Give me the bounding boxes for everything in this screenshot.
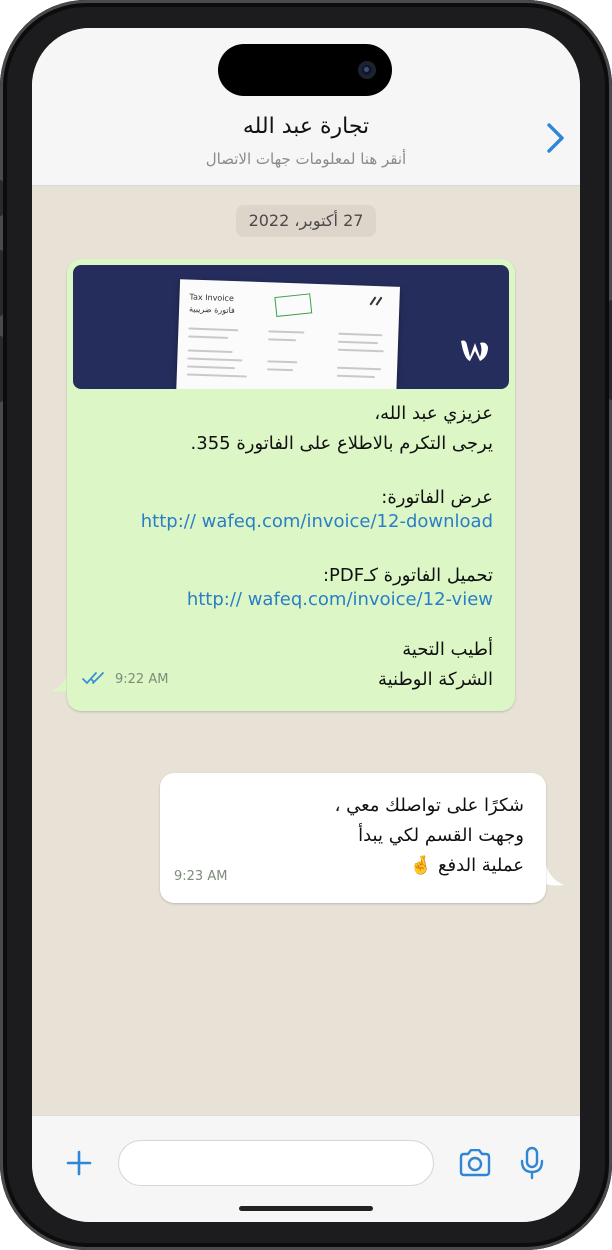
doc-title-en: Tax Invoice bbox=[189, 292, 234, 304]
action-button bbox=[0, 180, 3, 216]
chat-area[interactable]: 27 أكتوبر، 2022 Tax Invoice فاتورة ضريبي… bbox=[32, 185, 580, 1115]
camera-icon[interactable] bbox=[457, 1149, 493, 1177]
home-indicator bbox=[239, 1206, 373, 1211]
outgoing-message[interactable]: شكرًا على تواصلك معي ، وجهت القسم لكي يب… bbox=[160, 773, 546, 903]
date-separator: 27 أكتوبر، 2022 bbox=[236, 205, 376, 237]
message-closing: أطيب التحية bbox=[402, 639, 493, 660]
download-invoice-label: تحميل الفاتورة كـPDF: bbox=[322, 565, 493, 586]
message-greeting: عزيزي عبد الله، bbox=[374, 403, 493, 424]
doc-line bbox=[337, 348, 384, 353]
wafeq-logo-icon bbox=[461, 340, 488, 361]
doc-line bbox=[186, 373, 247, 378]
phone-frame: تجارة عبد الله أنقر هنا لمعلومات جهات ال… bbox=[0, 0, 612, 1250]
reply-line-1: شكرًا على تواصلك معي ، bbox=[334, 795, 524, 816]
doc-line bbox=[188, 327, 239, 332]
message-request: يرجى التكرم بالاطلاع على الفاتورة 355. bbox=[190, 433, 493, 454]
doc-line bbox=[338, 332, 383, 337]
paid-stamp bbox=[274, 293, 313, 317]
message-input[interactable] bbox=[118, 1140, 434, 1186]
front-camera bbox=[358, 61, 376, 79]
invoice-document: Tax Invoice فاتورة ضريبية bbox=[176, 279, 400, 389]
doc-line bbox=[187, 349, 233, 354]
doc-line bbox=[267, 360, 298, 364]
volume-down-button bbox=[0, 336, 3, 402]
doc-line bbox=[187, 357, 243, 362]
doc-logo-icon bbox=[369, 296, 383, 306]
doc-line bbox=[188, 335, 229, 339]
doc-line bbox=[267, 368, 294, 372]
doc-line bbox=[268, 338, 297, 342]
message-time: 9:22 AM bbox=[115, 672, 169, 687]
view-invoice-link[interactable]: http:// wafeq.com/invoice/12-download bbox=[141, 511, 493, 532]
microphone-icon[interactable] bbox=[520, 1146, 544, 1180]
doc-title-ar: فاتورة ضريبية bbox=[188, 304, 236, 316]
doc-line bbox=[338, 340, 379, 345]
dynamic-island bbox=[218, 44, 392, 96]
doc-line bbox=[336, 374, 375, 379]
contact-info-hint[interactable]: أنقر هنا لمعلومات جهات الاتصال bbox=[32, 150, 580, 168]
double-check-icon bbox=[82, 672, 104, 685]
volume-up-button bbox=[0, 250, 3, 316]
plus-icon[interactable] bbox=[66, 1150, 92, 1176]
contact-name[interactable]: تجارة عبد الله bbox=[32, 114, 580, 139]
doc-line bbox=[337, 366, 382, 371]
reply-line-3: عملية الدفع 🤞 bbox=[409, 855, 524, 876]
reply-time: 9:23 AM bbox=[174, 869, 228, 884]
doc-line bbox=[268, 330, 305, 334]
doc-line bbox=[187, 365, 236, 370]
screen: تجارة عبد الله أنقر هنا لمعلومات جهات ال… bbox=[32, 28, 580, 1222]
view-invoice-label: عرض الفاتورة: bbox=[381, 487, 493, 508]
reply-line-2: وجهت القسم لكي يبدأ bbox=[358, 825, 524, 846]
invoice-preview-image[interactable]: Tax Invoice فاتورة ضريبية bbox=[73, 265, 509, 389]
download-invoice-link[interactable]: http:// wafeq.com/invoice/12-view bbox=[187, 589, 493, 610]
message-signature: الشركة الوطنية bbox=[377, 669, 493, 690]
incoming-message[interactable]: Tax Invoice فاتورة ضريبية عزيزي عبد الله… bbox=[67, 259, 515, 711]
